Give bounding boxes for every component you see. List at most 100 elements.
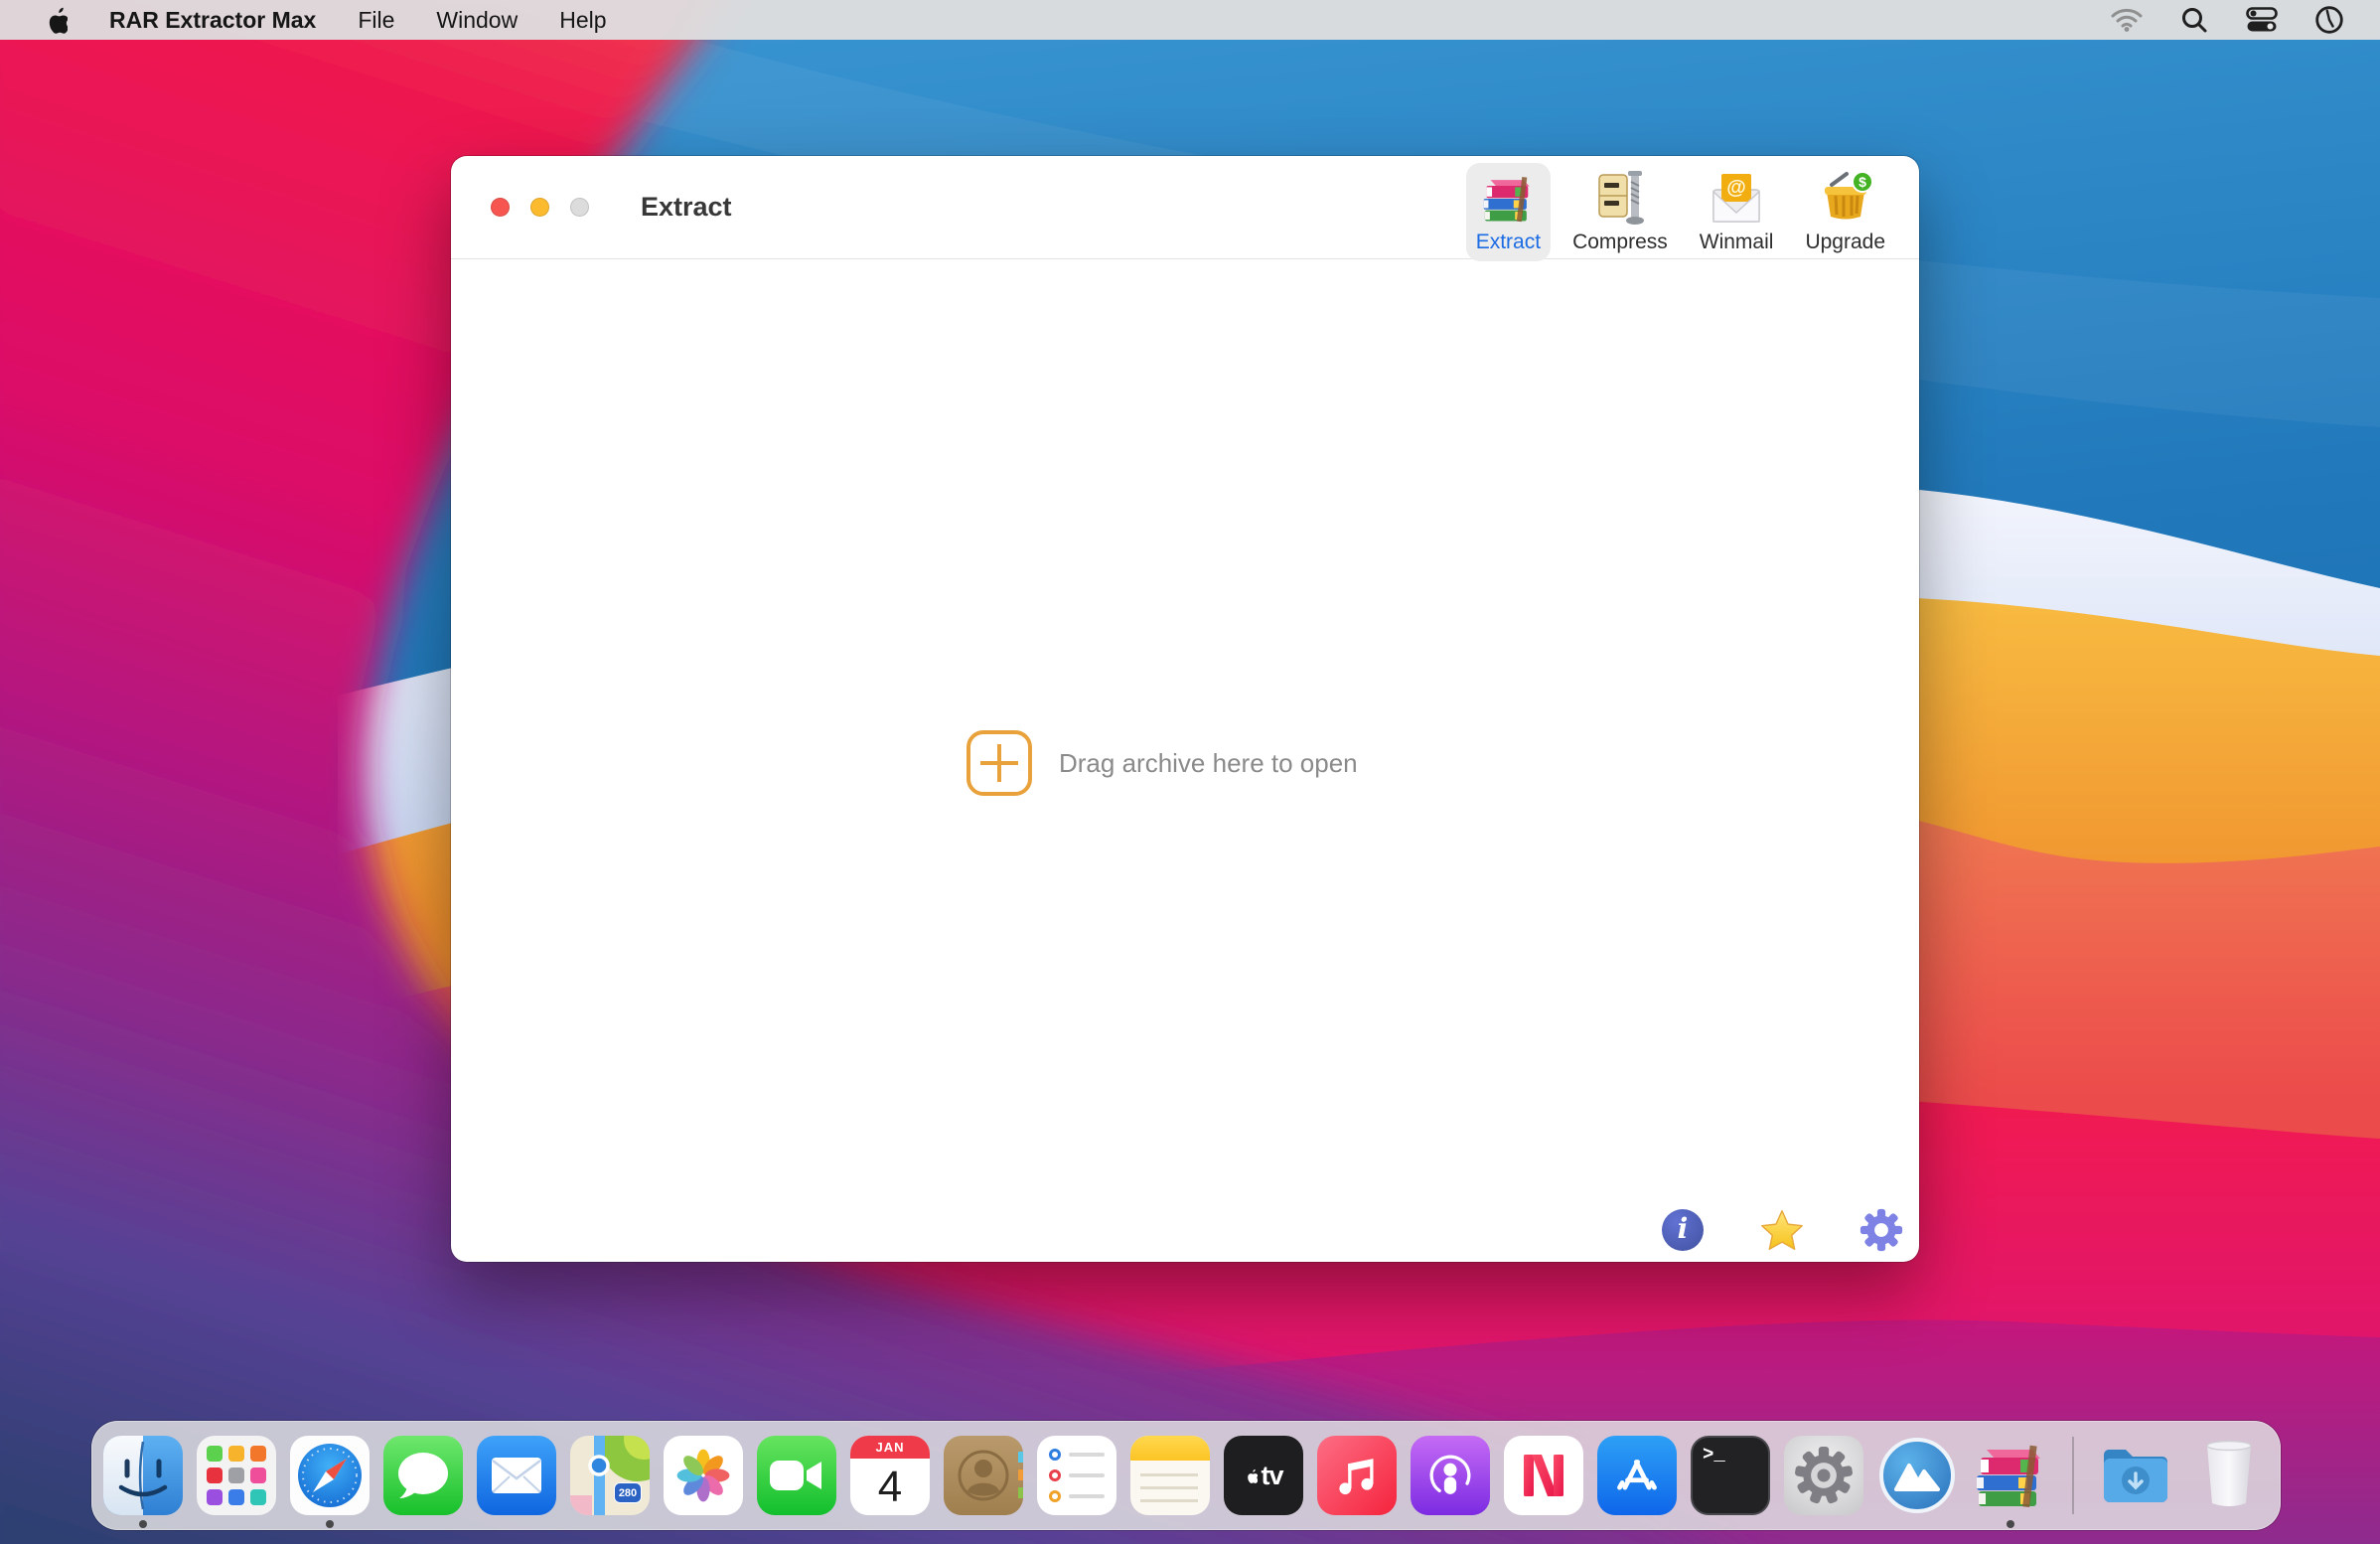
contacts-tab	[1018, 1487, 1023, 1498]
dock-item-downloads[interactable]	[2096, 1436, 2175, 1515]
tab-winmail[interactable]: @ Winmail	[1690, 163, 1784, 261]
dock-separator	[2072, 1437, 2074, 1514]
contacts-tab	[1018, 1452, 1023, 1463]
settings-button[interactable]	[1859, 1208, 1903, 1252]
dock-item-photos[interactable]	[664, 1436, 743, 1515]
winmail-at-glyph: @	[1726, 177, 1746, 199]
dock-item-notes[interactable]	[1130, 1436, 1210, 1515]
tab-extract-label: Extract	[1476, 231, 1541, 254]
upgrade-badge-glyph: $	[1859, 174, 1866, 190]
tv-label: tv	[1261, 1461, 1282, 1491]
facetime-icon	[757, 1436, 836, 1515]
notes-icon	[1130, 1436, 1210, 1515]
window-titlebar: Extract	[451, 156, 1919, 259]
safari-icon	[290, 1436, 370, 1515]
apple-icon	[42, 5, 68, 35]
dock-item-maps[interactable]: 280	[570, 1436, 650, 1515]
mail-icon	[477, 1436, 556, 1515]
downloads-folder-icon	[2096, 1436, 2175, 1515]
dock-item-rar-extractor-max[interactable]	[1971, 1436, 2050, 1515]
dock-item-tv[interactable]: tv	[1224, 1436, 1303, 1515]
dock-item-reminders[interactable]	[1037, 1436, 1116, 1515]
menu-help[interactable]: Help	[559, 7, 606, 34]
launchpad-icon	[197, 1436, 276, 1515]
traffic-lights	[451, 198, 589, 217]
dock-item-app-store[interactable]	[1597, 1436, 1677, 1515]
archive-drop-zone[interactable]: Drag archive here to open	[967, 730, 1358, 796]
info-glyph: i	[1678, 1215, 1689, 1243]
reminders-icon	[1037, 1436, 1116, 1515]
music-icon	[1317, 1436, 1397, 1515]
contacts-tab	[1018, 1469, 1023, 1480]
dock-item-app-cleaner[interactable]	[1877, 1436, 1957, 1515]
tab-winmail-label: Winmail	[1700, 231, 1774, 254]
window-toolbar: Extract	[1466, 163, 1895, 261]
dock-item-terminal[interactable]: >_	[1691, 1436, 1770, 1515]
menu-file[interactable]: File	[358, 7, 394, 34]
news-icon	[1504, 1436, 1583, 1515]
archive-clamp-icon	[1589, 168, 1651, 230]
wifi-icon[interactable]	[2110, 3, 2144, 37]
dock-item-contacts[interactable]	[944, 1436, 1023, 1515]
trash-icon	[2189, 1436, 2269, 1515]
terminal-icon: >_	[1691, 1436, 1770, 1515]
dock-item-trash[interactable]	[2189, 1436, 2269, 1515]
minimize-button[interactable]	[530, 198, 549, 217]
control-center-icon[interactable]	[2245, 3, 2279, 37]
app-store-icon	[1597, 1436, 1677, 1515]
calendar-month: JAN	[850, 1436, 930, 1459]
clock-icon[interactable]	[2312, 3, 2346, 37]
calendar-icon: JAN 4	[850, 1436, 930, 1515]
dock-item-messages[interactable]	[383, 1436, 463, 1515]
apple-tv-icon: tv	[1224, 1436, 1303, 1515]
tab-extract[interactable]: Extract	[1466, 163, 1551, 261]
dock-item-launchpad[interactable]	[197, 1436, 276, 1515]
winmail-envelope-icon: @	[1706, 168, 1767, 230]
settings-gear-icon	[1859, 1207, 1903, 1253]
dock-item-podcasts[interactable]	[1411, 1436, 1490, 1515]
maps-icon: 280	[570, 1436, 650, 1515]
close-button[interactable]	[491, 198, 510, 217]
system-preferences-icon	[1784, 1436, 1863, 1515]
zoom-button[interactable]	[570, 198, 589, 217]
contacts-icon	[944, 1436, 1023, 1515]
finder-icon	[103, 1436, 183, 1515]
rar-extractor-max-icon	[1971, 1436, 2050, 1515]
plus-icon	[967, 730, 1032, 796]
app-cleaner-icon	[1877, 1436, 1957, 1515]
dock-item-calendar[interactable]: JAN 4	[850, 1436, 930, 1515]
tab-compress-label: Compress	[1572, 231, 1668, 254]
tab-compress[interactable]: Compress	[1562, 163, 1678, 261]
terminal-prompt: >_	[1703, 1444, 1725, 1466]
window-title: Extract	[641, 192, 732, 223]
favorite-star-icon	[1760, 1206, 1804, 1254]
desktop: RAR Extractor Max File Window Help	[0, 0, 2380, 1544]
dock-item-facetime[interactable]	[757, 1436, 836, 1515]
menu-window[interactable]: Window	[436, 7, 518, 34]
apple-menu[interactable]	[42, 5, 68, 35]
dock-item-mail[interactable]	[477, 1436, 556, 1515]
window-footer: i	[1661, 1208, 1903, 1252]
dock: 280	[91, 1421, 2281, 1530]
dock-item-music[interactable]	[1317, 1436, 1397, 1515]
podcasts-icon	[1411, 1436, 1490, 1515]
messages-icon	[383, 1436, 463, 1515]
photos-icon	[664, 1436, 743, 1515]
dock-item-safari[interactable]	[290, 1436, 370, 1515]
menubar-app-name[interactable]: RAR Extractor Max	[109, 7, 316, 34]
info-icon: i	[1662, 1209, 1704, 1251]
menu-bar: RAR Extractor Max File Window Help	[0, 0, 2380, 40]
rar-books-icon	[1477, 168, 1539, 230]
spotlight-search-icon[interactable]	[2177, 3, 2211, 37]
maps-shield-label: 280	[614, 1482, 642, 1503]
info-button[interactable]: i	[1661, 1208, 1705, 1252]
drop-zone-text: Drag archive here to open	[1059, 748, 1358, 779]
favorite-button[interactable]	[1760, 1208, 1804, 1252]
shopping-basket-icon: $	[1815, 168, 1876, 230]
rar-extractor-window: Extract	[451, 156, 1919, 1262]
dock-item-news[interactable]	[1504, 1436, 1583, 1515]
calendar-day: 4	[850, 1459, 930, 1515]
dock-item-finder[interactable]	[103, 1436, 183, 1515]
tab-upgrade[interactable]: $ Upgrade	[1795, 163, 1895, 261]
dock-item-system-preferences[interactable]	[1784, 1436, 1863, 1515]
